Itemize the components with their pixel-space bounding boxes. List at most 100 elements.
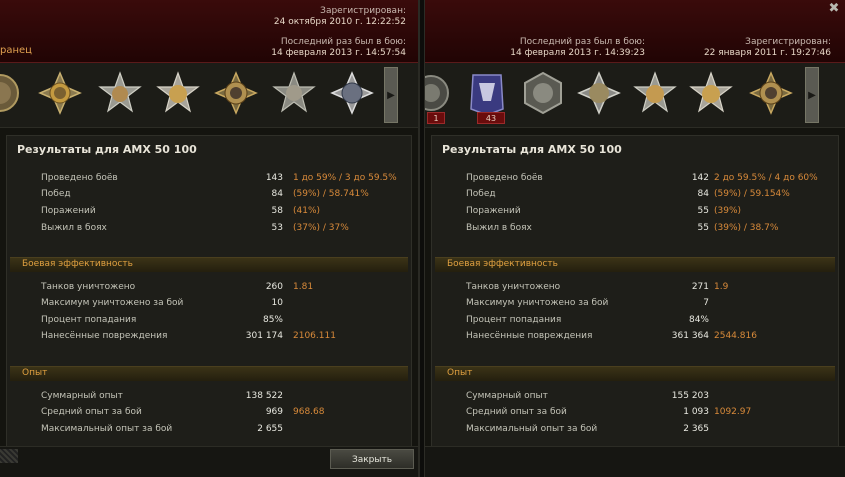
stat-value: 138 522: [245, 391, 283, 401]
stat-extra: (39%): [714, 206, 742, 216]
stat-label: Нанесённые повреждения: [41, 331, 168, 341]
stat-hit-rate: Процент попадания 85%: [7, 315, 411, 329]
stat-kills: Танков уничтожено 260 1.81: [7, 282, 411, 296]
stat-label: Процент попадания: [41, 315, 137, 325]
stat-value: 84: [697, 189, 709, 199]
medal-portrait-icon: [0, 74, 19, 112]
stat-label: Максимум уничтожено за бой: [41, 298, 184, 308]
medal-star-icon: [156, 71, 200, 113]
right-header: ✖ Зарегистрирован: 22 января 2011 г. 19:…: [425, 0, 845, 63]
stat-extra: 1.81: [293, 282, 314, 292]
left-stats-card: Результаты для AMX 50 100 Проведено боёв…: [6, 135, 412, 447]
stat-value: 55: [697, 223, 709, 233]
close-button[interactable]: Закрыть: [330, 449, 414, 469]
medal-star-icon: [633, 71, 677, 113]
resize-grip-icon[interactable]: [0, 449, 18, 463]
stat-label: Максимальный опыт за бой: [466, 424, 598, 434]
medal-ribbon-icon: [470, 74, 504, 115]
left-footer: Закрыть: [0, 446, 418, 477]
stat-losses: Поражений 58 (41%): [7, 206, 411, 220]
stat-label: Нанесённые повреждения: [466, 331, 593, 341]
stat-label: Танков уничтожено: [466, 282, 561, 292]
stat-label: Танков уничтожено: [41, 282, 136, 292]
stat-wins: Побед 84 (59%) / 59.154%: [432, 189, 838, 203]
stat-value: 58: [271, 206, 283, 216]
medal-cross-icon: [38, 71, 82, 115]
stat-total-xp: Суммарный опыт 155 203: [432, 391, 838, 405]
stat-extra: 1.9: [714, 282, 729, 292]
stat-value: 271: [691, 282, 709, 292]
section-title: Опыт: [22, 368, 48, 378]
stat-value: 969: [265, 407, 283, 417]
stat-label: Максимум уничтожено за бой: [466, 298, 609, 308]
medals-scroll-right-button[interactable]: ▶: [384, 67, 398, 123]
stat-max-xp: Максимальный опыт за бой 2 655: [7, 424, 411, 438]
last-battle-date: 14 февраля 2013 г. 14:39:23: [510, 48, 645, 58]
registered-label: Зарегистрирован:: [320, 6, 406, 16]
left-player-panel: Зарегистрирован: 24 октября 2010 г. 12:2…: [0, 0, 420, 477]
medal-red-star-icon: [272, 71, 316, 113]
section-title: Боевая эффективность: [22, 259, 133, 269]
section-battle-efficiency: Боевая эффективность: [435, 257, 835, 272]
stats-title: Результаты для AMX 50 100: [17, 143, 197, 156]
stat-extra: 2 до 59.5% / 4 до 60%: [714, 173, 818, 183]
stat-value: 142: [691, 173, 709, 183]
stat-label: Максимальный опыт за бой: [41, 424, 173, 434]
stat-label: Поражений: [466, 206, 521, 216]
medal-cross-icon: [330, 71, 374, 115]
stat-survived: Выжил в боях 55 (39%) / 38.7%: [432, 223, 838, 237]
stat-total-xp: Суммарный опыт 138 522: [7, 391, 411, 405]
stat-value: 260: [265, 282, 283, 292]
medal-cross-icon: [749, 71, 793, 115]
section-title: Боевая эффективность: [447, 259, 558, 269]
stat-extra: 1 до 59% / 3 до 59.5%: [293, 173, 397, 183]
medal-count-badge: 1: [427, 112, 445, 124]
section-battle-efficiency: Боевая эффективность: [10, 257, 408, 272]
stat-label: Проведено боёв: [41, 173, 118, 183]
right-stats-card: Результаты для AMX 50 100 Проведено боёв…: [431, 135, 839, 447]
stat-max-kills: Максимум уничтожено за бой 7: [432, 298, 838, 312]
stat-extra: 968.68: [293, 407, 325, 417]
stat-damage: Нанесённые повреждения 361 364 2544.816: [432, 331, 838, 345]
player-nickname: ранец: [0, 45, 32, 56]
stat-kills: Танков уничтожено 271 1.9: [432, 282, 838, 296]
stat-extra: (59%) / 58.741%: [293, 189, 369, 199]
last-battle-label: Последний раз был в бою:: [280, 37, 406, 47]
left-medal-strip[interactable]: ▶: [0, 63, 418, 128]
stat-label: Суммарный опыт: [41, 391, 123, 401]
medal-portrait-icon: [425, 75, 449, 111]
medal-cross-icon: [214, 71, 258, 115]
last-battle-label: Последний раз был в бою:: [519, 37, 645, 47]
stat-value: 84%: [688, 315, 709, 325]
stat-label: Процент попадания: [466, 315, 562, 325]
stat-value: 143: [265, 173, 283, 183]
stat-extra: 1092.97: [714, 407, 752, 417]
stat-label: Поражений: [41, 206, 96, 216]
stat-value: 361 364: [671, 331, 709, 341]
stat-wins: Побед 84 (59%) / 58.741%: [7, 189, 411, 203]
stat-extra: (59%) / 59.154%: [714, 189, 790, 199]
section-experience: Опыт: [10, 366, 408, 381]
stat-label: Выжил в боях: [466, 223, 532, 233]
close-icon[interactable]: ✖: [827, 2, 841, 16]
medal-hexagon-icon: [524, 71, 562, 115]
stat-label: Суммарный опыт: [466, 391, 548, 401]
stat-label: Средний опыт за бой: [41, 407, 142, 417]
section-title: Опыт: [447, 368, 473, 378]
stat-extra: 2544.816: [714, 331, 757, 341]
stat-max-kills: Максимум уничтожено за бой 10: [7, 298, 411, 312]
stat-damage: Нанесённые повреждения 301 174 2106.111: [7, 331, 411, 345]
stat-survived: Выжил в боях 53 (37%) / 37%: [7, 223, 411, 237]
stat-value: 55: [697, 206, 709, 216]
stat-battles: Проведено боёв 142 2 до 59.5% / 4 до 60%: [432, 173, 838, 187]
stat-value: 1 093: [683, 407, 709, 417]
stat-value: 7: [703, 298, 709, 308]
medals-scroll-right-button[interactable]: ▶: [805, 67, 819, 123]
stat-label: Проведено боёв: [466, 173, 543, 183]
stat-avg-xp: Средний опыт за бой 1 093 1092.97: [432, 407, 838, 421]
stats-title: Результаты для AMX 50 100: [442, 143, 622, 156]
stat-losses: Поражений 55 (39%): [432, 206, 838, 220]
stat-value: 155 203: [671, 391, 709, 401]
left-header: Зарегистрирован: 24 октября 2010 г. 12:2…: [0, 0, 418, 63]
stat-value: 85%: [262, 315, 283, 325]
